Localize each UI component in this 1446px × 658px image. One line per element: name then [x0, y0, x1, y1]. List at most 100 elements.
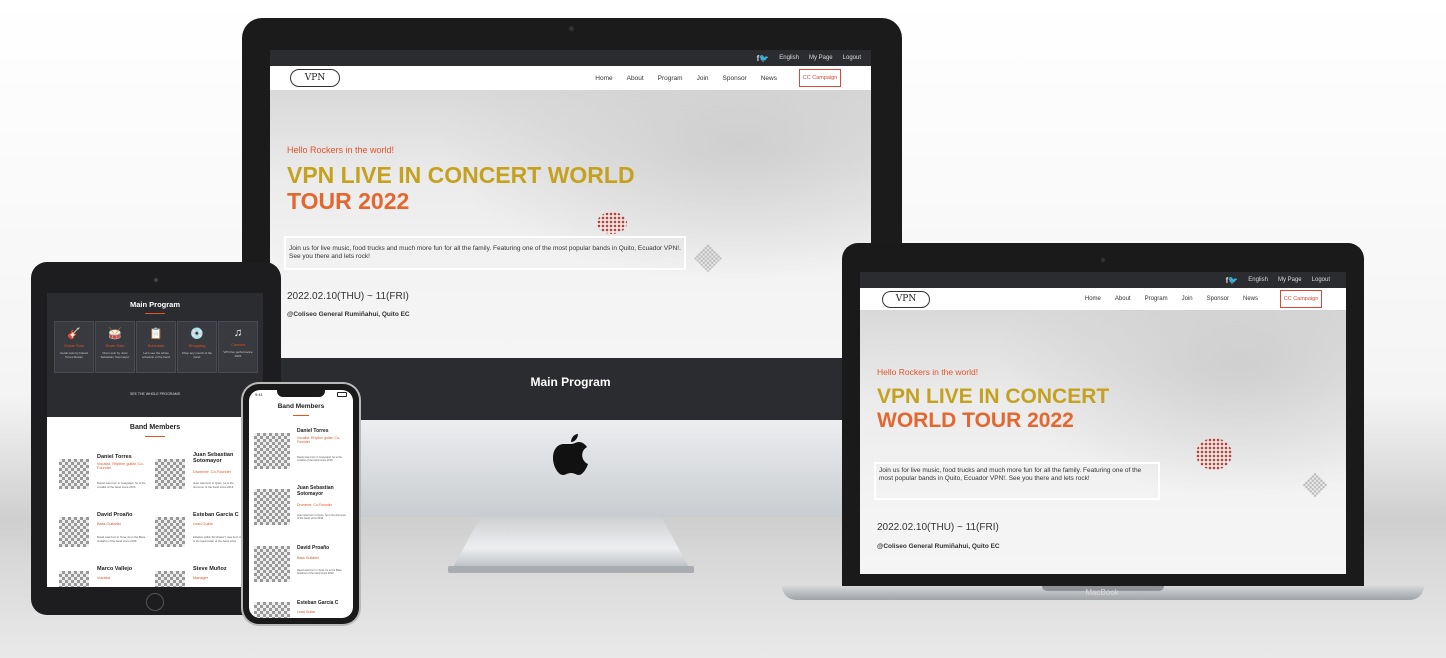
- logout-link[interactable]: Logout: [843, 55, 861, 61]
- hero-description: Join us for live music, food trucks and …: [874, 462, 1160, 500]
- member-name: Esteban García C: [193, 512, 239, 518]
- hero-title: VPN LIVE IN CONCERT WORLD TOUR 2022: [877, 385, 1109, 432]
- macbook-brand: MacBook: [1085, 588, 1119, 597]
- macbook-camera: [1101, 258, 1105, 262]
- program-card-shopping[interactable]: 💿 Shopping Shop any merch of the band: [177, 321, 217, 373]
- nav-program[interactable]: Program: [1145, 296, 1168, 302]
- hero-date: 2022.02.10(THU) ~ 11(FRI): [877, 522, 999, 533]
- nav-sponsor[interactable]: Sponsor: [1207, 296, 1229, 302]
- battery-icon: [337, 392, 347, 397]
- card-title: Schedule: [147, 343, 165, 348]
- member-name: David Proaño: [97, 512, 133, 518]
- member-name: Juan Sebastian Sotomayor: [297, 485, 334, 497]
- nav-join[interactable]: Join: [1182, 296, 1193, 302]
- nav-home[interactable]: Home: [1085, 296, 1101, 302]
- hero-hello: Hello Rockers in the world!: [877, 367, 979, 377]
- social-icons[interactable]: f🐦: [757, 54, 770, 63]
- title-underline: [145, 313, 165, 314]
- nav-news[interactable]: News: [1243, 296, 1258, 302]
- imac-foot: [448, 566, 694, 573]
- member-photo: [254, 433, 290, 469]
- member-photo: [155, 459, 185, 489]
- card-text: VPN live performance 2022: [223, 350, 253, 358]
- member-role: Drummer, Co-Founder: [193, 470, 231, 474]
- logo[interactable]: VPN: [290, 69, 340, 87]
- member-bio: Esteban (AKA "El Chatox") was born in is…: [193, 535, 242, 543]
- member-role: Vocalist: [97, 576, 111, 580]
- schedule-icon: 📋: [149, 328, 163, 340]
- card-title: Shopping: [188, 343, 206, 348]
- ipad-program-section: Main Program 🎸 Guitar Solo Guitar solo b…: [47, 293, 263, 417]
- member-photo: [59, 571, 89, 587]
- main-program-banner: Main Program: [270, 358, 871, 420]
- member-bio: David was born in Tena, he is the Bass G…: [97, 535, 146, 543]
- program-card-schedule[interactable]: 📋 Schedule Let's see the whole schedule …: [136, 321, 176, 373]
- ipad-screen: Main Program 🎸 Guitar Solo Guitar solo b…: [47, 293, 263, 587]
- nav-program[interactable]: Program: [658, 75, 683, 82]
- member-bio: Daniel was born in Guayaquil, he is the …: [97, 481, 146, 489]
- nav-sponsor[interactable]: Sponsor: [723, 75, 747, 82]
- notch: [277, 390, 325, 397]
- iphone-screen: 9:41 Band Members Daniel Torres Vocalist…: [249, 390, 353, 618]
- navbar: VPN Home About Program Join Sponsor News…: [270, 66, 871, 90]
- hero-venue: @Coliseo General Rumiñahui, Quito EC: [877, 543, 1000, 550]
- card-text: Let's see the whole schedule of the band: [142, 351, 170, 359]
- mypage-link[interactable]: My Page: [809, 55, 833, 61]
- decor-diamond-icon: [1196, 438, 1232, 470]
- program-card-guitar[interactable]: 🎸 Guitar Solo Guitar solo by Daniel Torr…: [54, 321, 94, 373]
- nav-about[interactable]: About: [627, 75, 644, 82]
- card-title: Drum Solo: [105, 343, 125, 348]
- nav-links: Home About Program Join Sponsor News CC …: [1085, 290, 1322, 308]
- program-card-drum[interactable]: 🥁 Drum Solo Drum solo by Juan Sebastian …: [95, 321, 135, 373]
- logo[interactable]: VPN: [882, 290, 930, 308]
- member-name: Esteban García C: [297, 600, 339, 606]
- nav-about[interactable]: About: [1115, 296, 1131, 302]
- language-link[interactable]: English: [779, 55, 799, 61]
- title-underline: [293, 415, 309, 416]
- ipad-main-program-title: Main Program: [129, 300, 180, 309]
- member-name: Steve Muñoz: [193, 566, 227, 572]
- see-all-programs-link[interactable]: SEE THE WHOLE PROGRAMS: [47, 392, 263, 396]
- logout-link[interactable]: Logout: [1312, 277, 1330, 283]
- member-role: Bass Guitarist: [97, 522, 121, 526]
- member-photo: [254, 489, 290, 525]
- member-role: Lead Guitar: [193, 522, 213, 526]
- member-name: Marco Vallejo: [97, 566, 133, 572]
- band-members-title: Band Members: [129, 424, 181, 431]
- guitar-icon: 🎸: [67, 328, 81, 340]
- member-photo: [59, 517, 89, 547]
- card-title: Concert: [230, 342, 245, 347]
- member-bio: Juan was born in Quito, he is the drumme…: [193, 481, 234, 489]
- topbar: f🐦 English My Page Logout: [270, 50, 871, 66]
- cc-campaign-button[interactable]: CC Campaign: [799, 69, 841, 87]
- imac-stand: [452, 517, 690, 569]
- member-role: Vocalist, Rhythm guitar, Co-Founder: [297, 436, 341, 444]
- status-time: 9:41: [255, 392, 263, 397]
- cc-campaign-button[interactable]: CC Campaign: [1280, 290, 1322, 308]
- member-bio: Juan was born in Quito, he is the drumme…: [297, 514, 346, 521]
- imac-camera: [569, 26, 574, 31]
- hero-title-line2: TOUR 2022: [287, 187, 410, 214]
- nav-home[interactable]: Home: [595, 75, 612, 82]
- hero-description: Join us for live music, food trucks and …: [284, 236, 686, 270]
- member-role: Manager: [193, 576, 208, 580]
- band-members-title: Band Members: [277, 403, 325, 410]
- card-text: Shop any merch of the band: [181, 351, 213, 359]
- ipad-home-button[interactable]: [146, 593, 164, 611]
- member-name: Daniel Torres: [97, 454, 132, 460]
- mypage-link[interactable]: My Page: [1278, 277, 1302, 283]
- language-link[interactable]: English: [1248, 277, 1268, 283]
- member-role: Drummer, Co-Founder: [297, 503, 333, 507]
- navbar: VPN Home About Program Join Sponsor News…: [860, 288, 1346, 310]
- member-name: David Proaño: [297, 545, 330, 551]
- music-note-icon: ♫: [233, 327, 243, 339]
- hero-title: VPN LIVE IN CONCERT WORLD TOUR 2022: [287, 162, 635, 215]
- card-text: Drum solo by Juan Sebastian Sotomayor: [100, 351, 130, 359]
- nav-news[interactable]: News: [761, 75, 777, 82]
- social-icons[interactable]: f🐦: [1226, 276, 1239, 285]
- member-photo: [155, 517, 185, 547]
- nav-join[interactable]: Join: [697, 75, 709, 82]
- hero-venue: @Coliseo General Rumiñahui, Quito EC: [287, 311, 410, 318]
- title-underline: [145, 436, 165, 437]
- program-card-concert[interactable]: ♫ Concert VPN live performance 2022: [218, 321, 258, 373]
